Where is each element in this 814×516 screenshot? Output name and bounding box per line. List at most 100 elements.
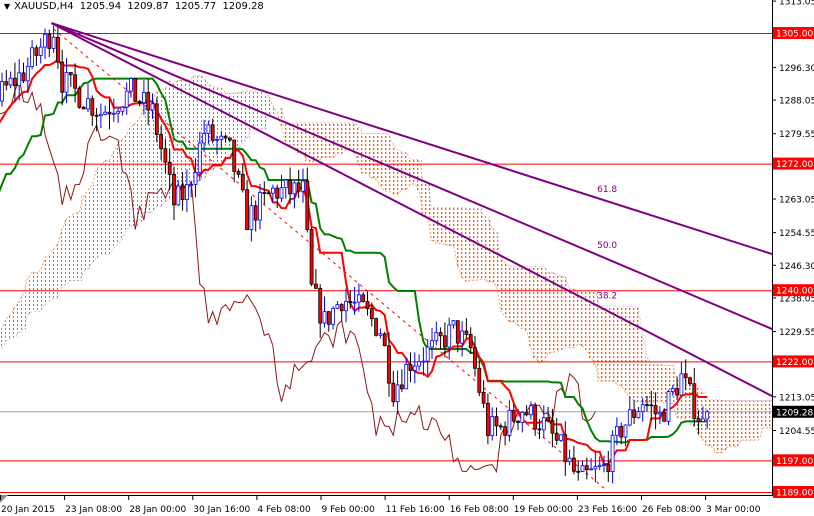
candle — [468, 327, 473, 354]
candle-body — [309, 229, 314, 285]
candle — [541, 405, 546, 438]
candle — [533, 402, 538, 436]
cloud-segment — [339, 122, 345, 154]
candle-body — [408, 363, 413, 371]
cloud-segment — [425, 183, 431, 217]
cloud-segment — [176, 80, 181, 191]
time-axis[interactable]: 20 Jan 2015 23 Jan 08:00 28 Jan 00:00 30 Ja… — [0, 495, 761, 515]
level-price-label: 1305.00 — [776, 30, 813, 40]
cloud-segment — [713, 399, 719, 454]
candle-body — [485, 402, 490, 436]
cloud-segment — [636, 306, 641, 403]
candle-body — [86, 98, 90, 110]
cloud-segment — [550, 272, 555, 353]
cloud-segment — [81, 195, 87, 273]
candle-body — [546, 417, 550, 421]
cloud-segment — [313, 122, 319, 160]
candle — [477, 360, 482, 397]
cloud-segment — [404, 152, 409, 190]
cloud-segment — [85, 190, 91, 269]
candle — [361, 292, 366, 303]
candle-body — [12, 77, 17, 87]
cloud-segment — [593, 290, 598, 365]
candle-body — [361, 294, 366, 303]
candle-body — [4, 81, 9, 86]
cloud-segment — [64, 219, 69, 285]
level-price-label: 1189.00 — [776, 489, 813, 499]
cloud-segment — [434, 207, 439, 245]
candle-body — [43, 33, 47, 48]
candle-body — [520, 411, 525, 423]
cloud-segment — [90, 184, 95, 264]
cloud-segment — [429, 207, 435, 241]
cloud-segment — [743, 400, 749, 441]
candle-body — [167, 161, 172, 175]
cloud-segment — [752, 400, 757, 441]
candle-body — [468, 334, 473, 349]
cloud-segment — [391, 145, 396, 195]
cloud-segment — [468, 208, 474, 281]
cloud-segment — [42, 257, 48, 305]
cloud-segment — [520, 266, 525, 329]
candle — [636, 407, 641, 419]
candle — [365, 291, 370, 316]
candle-body — [206, 124, 211, 134]
cloud-segment — [249, 91, 254, 130]
cloud-segment — [524, 266, 530, 332]
candle — [408, 352, 413, 383]
cloud-segment — [567, 288, 573, 349]
candle — [473, 335, 477, 377]
candle-body — [326, 311, 331, 325]
candle-body — [352, 301, 357, 304]
price-chart[interactable]: 61.8 50.0 38.2 1313.05 1296.30 1288.05 1279… — [0, 0, 814, 516]
candle — [116, 107, 120, 123]
cloud-segment — [601, 305, 607, 382]
candle-body — [38, 46, 43, 56]
candle-body — [8, 77, 13, 86]
cloud-segment — [283, 122, 289, 145]
cloud-segment — [502, 262, 508, 317]
cloud-segment — [730, 400, 736, 447]
price-axis[interactable]: 1313.05 1296.30 1288.05 1279.55 1263.05 1254.… — [772, 0, 814, 499]
cloud-segment — [343, 122, 349, 151]
candle-body — [572, 457, 576, 472]
price-tick-label: 1213.05 — [779, 393, 814, 403]
dropdown-triangle-icon[interactable]: ▼ — [4, 2, 10, 11]
candle-body — [692, 383, 697, 419]
scroll-shift-marker[interactable] — [0, 495, 8, 503]
candle — [68, 72, 73, 87]
candle-body — [141, 92, 146, 104]
candle-body — [25, 66, 30, 82]
cloud-segment — [687, 382, 693, 424]
candle-body — [688, 377, 692, 385]
candle-body — [240, 173, 245, 191]
candle-body — [666, 391, 671, 422]
candle — [451, 319, 456, 329]
candle-body — [288, 179, 293, 195]
candle — [344, 288, 348, 323]
candle — [391, 370, 396, 407]
candle-body — [563, 434, 568, 463]
cloud-segment — [472, 208, 478, 281]
candle-body — [184, 184, 189, 200]
cloud-segment — [490, 228, 495, 283]
candle-body — [339, 304, 344, 312]
candle-body — [249, 205, 254, 230]
candle — [309, 226, 314, 287]
candle — [627, 396, 632, 427]
candle — [589, 458, 593, 471]
cloud-segment — [279, 107, 284, 128]
cloud-segment — [98, 165, 104, 255]
candle-body — [447, 324, 452, 348]
candle-body — [270, 187, 275, 194]
cloud-segment — [756, 400, 762, 441]
candle-body — [550, 420, 555, 434]
cloud-segment — [330, 122, 336, 158]
candle-body — [580, 465, 585, 472]
candle-body — [369, 308, 374, 320]
candle — [567, 449, 572, 466]
candle-body — [649, 404, 654, 407]
fan-lines[interactable] — [50, 22, 773, 398]
candle-body — [77, 87, 82, 108]
cloud-segment — [451, 207, 456, 247]
